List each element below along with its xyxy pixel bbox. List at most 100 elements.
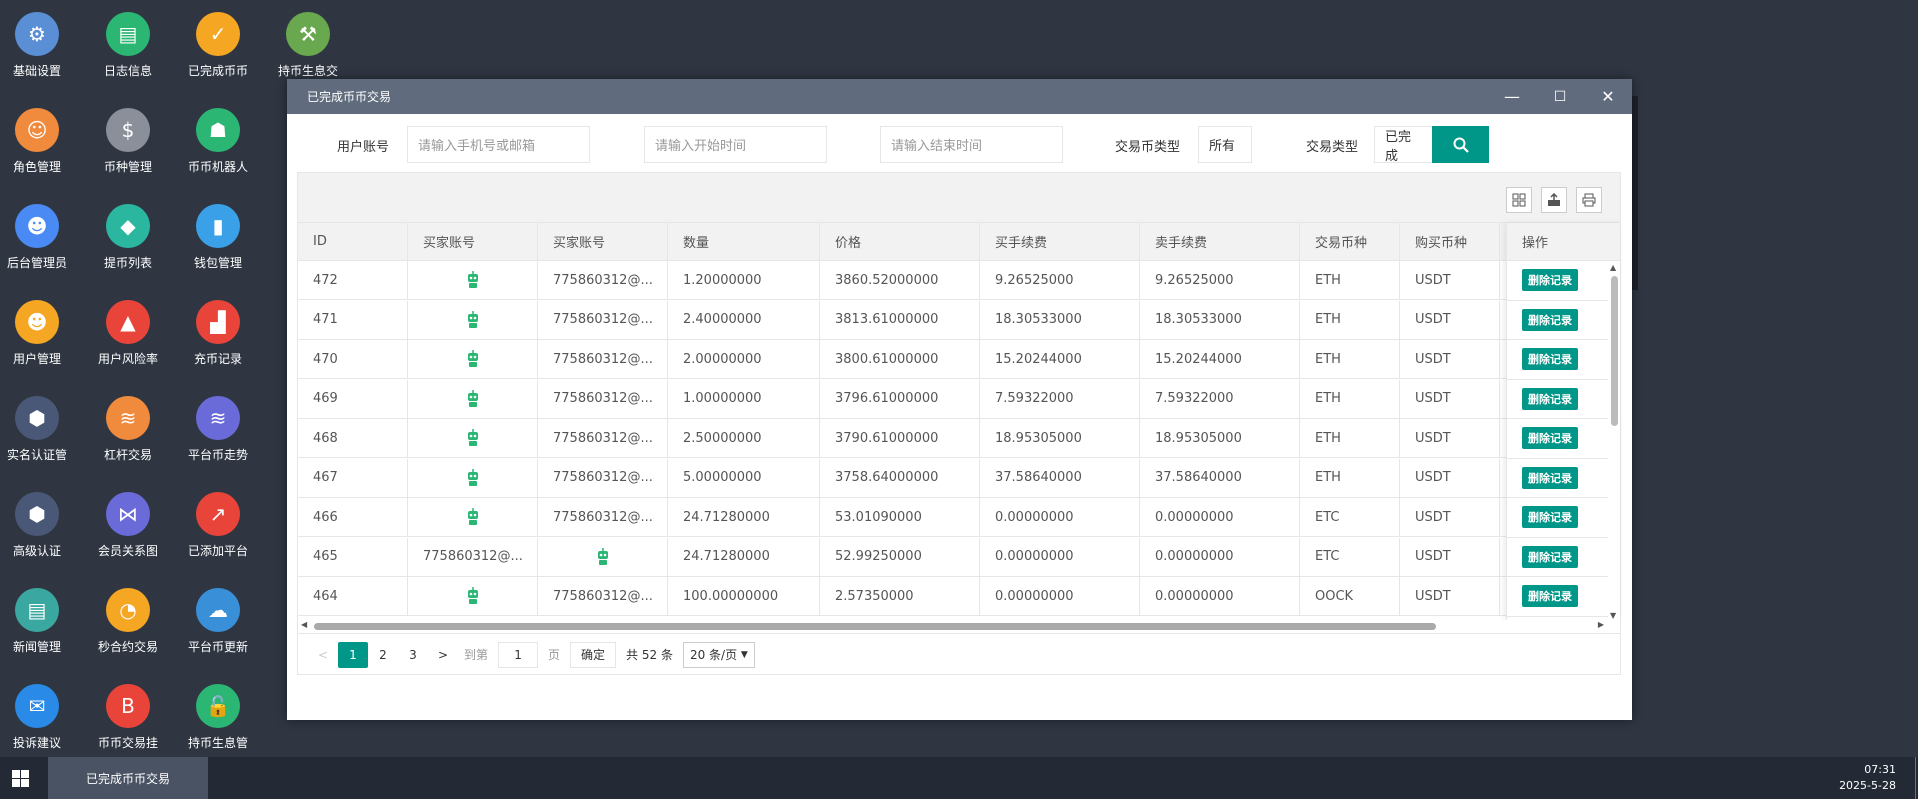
minimize-button[interactable]: —	[1488, 79, 1536, 114]
app-icon: ≋	[106, 396, 150, 440]
taskbar-item-completed-trades[interactable]: 已完成币币交易	[48, 757, 208, 799]
column-header[interactable]: 买家账号	[408, 223, 538, 260]
start-time-input[interactable]: 请输入开始时间	[644, 126, 827, 163]
app-icon: ✓	[196, 12, 240, 56]
cell-buy_fee: 0.00000000	[980, 577, 1140, 615]
table-row[interactable]: 466 775860312@... 24.71280000 53.01090000 0.…	[298, 498, 1620, 537]
page-1-button[interactable]: 1	[338, 641, 368, 668]
app-icon: ▲	[106, 300, 150, 344]
desktop-icon-label: 实名认证管	[6, 448, 67, 462]
desktop-icon[interactable]: ☗ 币币机器人	[173, 108, 263, 175]
cell-seller: 775860312@...	[538, 577, 668, 615]
close-button[interactable]: ✕	[1584, 79, 1632, 114]
trade-type-select[interactable]: 已完成	[1374, 126, 1434, 164]
page-size-select[interactable]: 20 条/页 ▼	[682, 641, 755, 668]
desktop-icon[interactable]: ▤ 新闻管理	[0, 588, 82, 655]
app-icon: ✉	[15, 684, 59, 728]
columns-icon	[1512, 193, 1526, 207]
cell-seller: 775860312@...	[538, 340, 668, 378]
desktop-icon[interactable]: ✉ 投诉建议	[0, 684, 82, 751]
page-2-button[interactable]: 2	[368, 642, 398, 668]
cell-coin: ETH	[1300, 458, 1400, 497]
desktop-icon[interactable]: ↗ 已添加平台	[173, 492, 263, 559]
desktop-icon[interactable]: ◔ 秒合约交易	[83, 588, 173, 655]
desktop-icon[interactable]: 🔓 持币生息管	[173, 684, 263, 751]
desktop-icon[interactable]: ◆ 提币列表	[83, 204, 173, 271]
next-page-button[interactable]: >	[428, 642, 458, 668]
column-header[interactable]: 购买币种	[1400, 223, 1500, 260]
coin-type-select[interactable]: 所有	[1198, 126, 1252, 163]
actions-cell: 删除记录	[1507, 340, 1620, 380]
start-button[interactable]	[12, 770, 29, 791]
delete-record-button[interactable]: 删除记录	[1522, 427, 1578, 450]
delete-record-button[interactable]: 删除记录	[1522, 387, 1578, 410]
desktop-icon[interactable]: ✓ 已完成币币	[173, 12, 263, 79]
delete-record-button[interactable]: 删除记录	[1522, 308, 1578, 331]
table-row[interactable]: 471 775860312@... 2.40000000 3813.61000000 1…	[298, 300, 1620, 340]
goto-label: 到第	[464, 648, 489, 662]
desktop-icon[interactable]: ☺ 角色管理	[0, 108, 82, 175]
desktop-icon[interactable]: ▮ 钱包管理	[173, 204, 263, 271]
column-header[interactable]: 买手续费	[980, 223, 1140, 260]
delete-record-button[interactable]: 删除记录	[1522, 585, 1578, 608]
table-row[interactable]: 467 775860312@... 5.00000000 3758.64000000 3…	[298, 458, 1620, 498]
delete-record-button[interactable]: 删除记录	[1522, 506, 1578, 529]
confirm-goto-button[interactable]: 确定	[570, 641, 617, 668]
actions-cell: 删除记录	[1507, 261, 1620, 301]
goto-page-input[interactable]: 1	[498, 641, 539, 668]
print-button[interactable]	[1576, 187, 1602, 213]
delete-record-button[interactable]: 删除记录	[1522, 269, 1578, 292]
app-icon: ☁	[196, 588, 240, 632]
column-header[interactable]: 交易币种	[1300, 223, 1400, 260]
desktop-icon[interactable]: ▟ 充币记录	[173, 300, 263, 367]
column-header[interactable]: ID	[298, 223, 408, 260]
filter-bar: 用户账号 请输入手机号或邮箱 请输入开始时间 请输入结束时间 交易币类型 所有 …	[287, 124, 1632, 164]
desktop-icon[interactable]: ⚒ 持币生息交	[263, 12, 353, 79]
maximize-button[interactable]: ☐	[1536, 79, 1584, 114]
end-time-input[interactable]: 请输入结束时间	[880, 126, 1063, 163]
horizontal-scrollbar[interactable]: ◀ ▶	[298, 620, 1620, 632]
columns-filter-button[interactable]	[1506, 187, 1532, 213]
prev-page-button[interactable]: <	[308, 642, 338, 668]
page-3-button[interactable]: 3	[398, 642, 428, 668]
table-row[interactable]: 469 775860312@... 1.00000000 3796.61000000 7…	[298, 379, 1620, 419]
cell-qty: 1.00000000	[668, 379, 820, 418]
column-header[interactable]: 买家账号	[538, 223, 668, 260]
user-account-input[interactable]: 请输入手机号或邮箱	[407, 126, 590, 163]
desktop-icon[interactable]: ☻ 后台管理员	[0, 204, 82, 271]
column-header[interactable]: 价格	[820, 223, 980, 260]
desktop-icon[interactable]: ▲ 用户风险率	[83, 300, 173, 367]
window-titlebar[interactable]: 已完成币币交易 — ☐ ✕	[287, 79, 1632, 114]
desktop-icon[interactable]: B 币币交易挂	[83, 684, 173, 751]
actions-cell: 删除记录	[1507, 538, 1620, 577]
desktop-icon[interactable]: ⬢ 高级认证	[0, 492, 82, 559]
table-row[interactable]: 465 775860312@... 24.71280000 52.99250000 0.…	[298, 537, 1620, 577]
cell-sell_fee: 18.30533000	[1140, 300, 1300, 339]
desktop-icon-label: 已添加平台	[187, 544, 248, 558]
table-row[interactable]: 470 775860312@... 2.00000000 3800.61000000 1…	[298, 340, 1620, 379]
actions-cell: 删除记录	[1507, 419, 1620, 459]
table-row[interactable]: 472 775860312@... 1.20000000 3860.52000000 9…	[298, 261, 1620, 300]
cell-pay: USDT	[1400, 458, 1500, 497]
desktop-icon[interactable]: ☻ 用户管理	[0, 300, 82, 367]
delete-record-button[interactable]: 删除记录	[1522, 348, 1578, 371]
search-button[interactable]	[1432, 126, 1489, 163]
table-row[interactable]: 464 775860312@... 100.00000000 2.57350000 0.…	[298, 577, 1620, 616]
vertical-scrollbar[interactable]: ▲ ▼	[1608, 263, 1620, 620]
desktop-icon[interactable]: ☁ 平台币更新	[173, 588, 263, 655]
table-row[interactable]: 468 775860312@... 2.50000000 3790.61000000 1…	[298, 419, 1620, 458]
desktop-icon[interactable]: $ 币种管理	[83, 108, 173, 175]
delete-record-button[interactable]: 删除记录	[1522, 466, 1578, 489]
desktop-icon[interactable]: ⋈ 会员关系图	[83, 492, 173, 559]
column-header[interactable]: 卖手续费	[1140, 223, 1300, 260]
cell-id: 464	[298, 577, 408, 615]
desktop-icon[interactable]: ⬢ 实名认证管	[0, 396, 82, 463]
delete-record-button[interactable]: 删除记录	[1522, 545, 1578, 568]
desktop-icon[interactable]: ≋ 平台币走势	[173, 396, 263, 463]
robot-icon	[408, 340, 538, 378]
desktop-icon[interactable]: ⚙ 基础设置	[0, 12, 82, 79]
column-header[interactable]: 数量	[668, 223, 820, 260]
desktop-icon[interactable]: ≋ 杠杆交易	[83, 396, 173, 463]
export-button[interactable]	[1541, 187, 1567, 213]
desktop-icon[interactable]: ▤ 日志信息	[83, 12, 173, 79]
